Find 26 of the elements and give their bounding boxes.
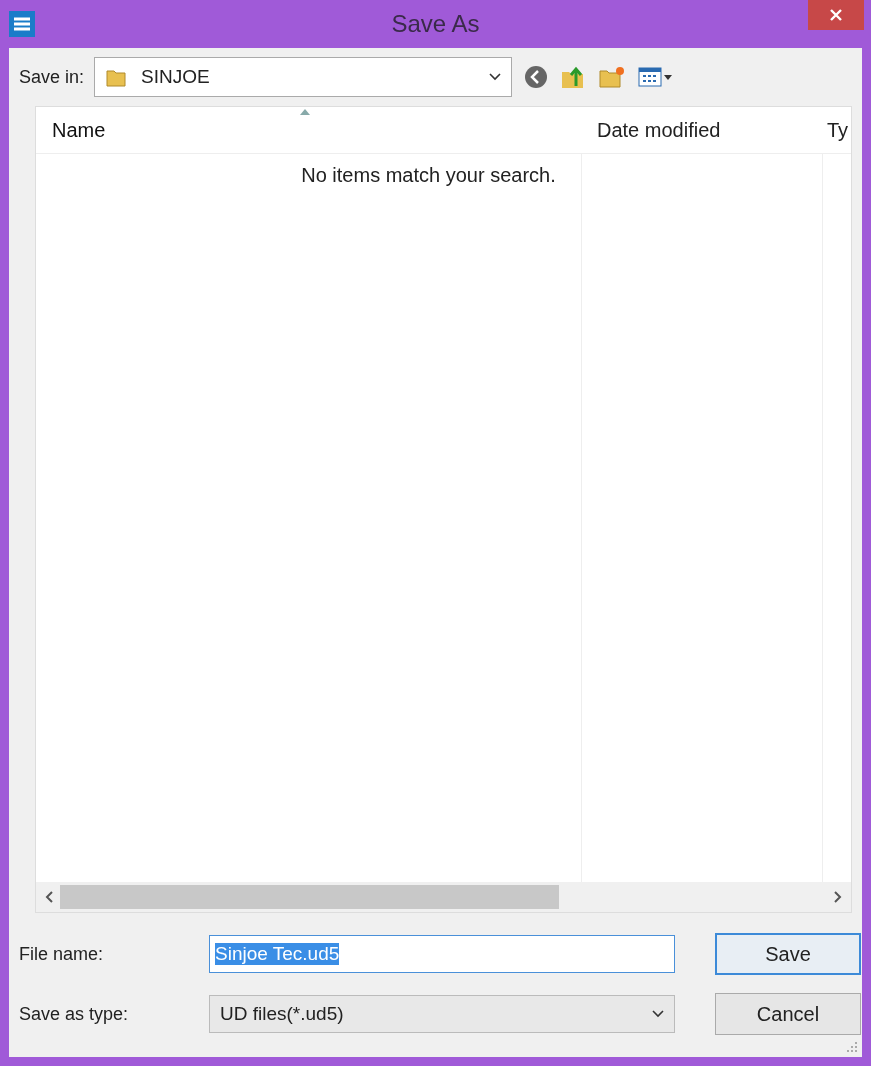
- file-name-label: File name:: [19, 943, 105, 965]
- window-title: Save As: [391, 10, 480, 38]
- close-icon: [829, 8, 843, 22]
- column-header[interactable]: Name: [52, 118, 106, 142]
- cancel-button[interactable]: Cancel: [715, 993, 861, 1035]
- column-header[interactable]: Ty: [827, 118, 849, 142]
- back-icon[interactable]: [524, 65, 549, 89]
- new-folder-icon[interactable]: [598, 65, 627, 89]
- resize-grip-icon[interactable]: [846, 1041, 858, 1053]
- app-logo-icon: [9, 11, 35, 37]
- close-button[interactable]: [808, 0, 864, 30]
- save-as-type-label: Save as type:: [19, 1003, 130, 1025]
- column-header[interactable]: Date modified: [597, 118, 721, 142]
- scroll-right-icon[interactable]: [833, 890, 843, 904]
- save-in-dropdown[interactable]: SINJOE: [94, 57, 513, 97]
- empty-message: No items match your search.: [300, 164, 557, 187]
- save-button[interactable]: Save: [715, 933, 861, 975]
- horizontal-scrollbar[interactable]: [36, 882, 851, 912]
- chevron-down-icon: [652, 1010, 664, 1018]
- save-as-type-dropdown[interactable]: UD files(*.ud5): [209, 995, 675, 1033]
- sort-arrow-icon: [300, 109, 310, 115]
- save-in-label: Save in:: [19, 66, 85, 88]
- chevron-down-icon: [489, 73, 502, 81]
- scroll-left-icon[interactable]: [44, 890, 54, 904]
- scrollbar-thumb[interactable]: [60, 885, 559, 909]
- view-menu-icon[interactable]: [638, 66, 675, 88]
